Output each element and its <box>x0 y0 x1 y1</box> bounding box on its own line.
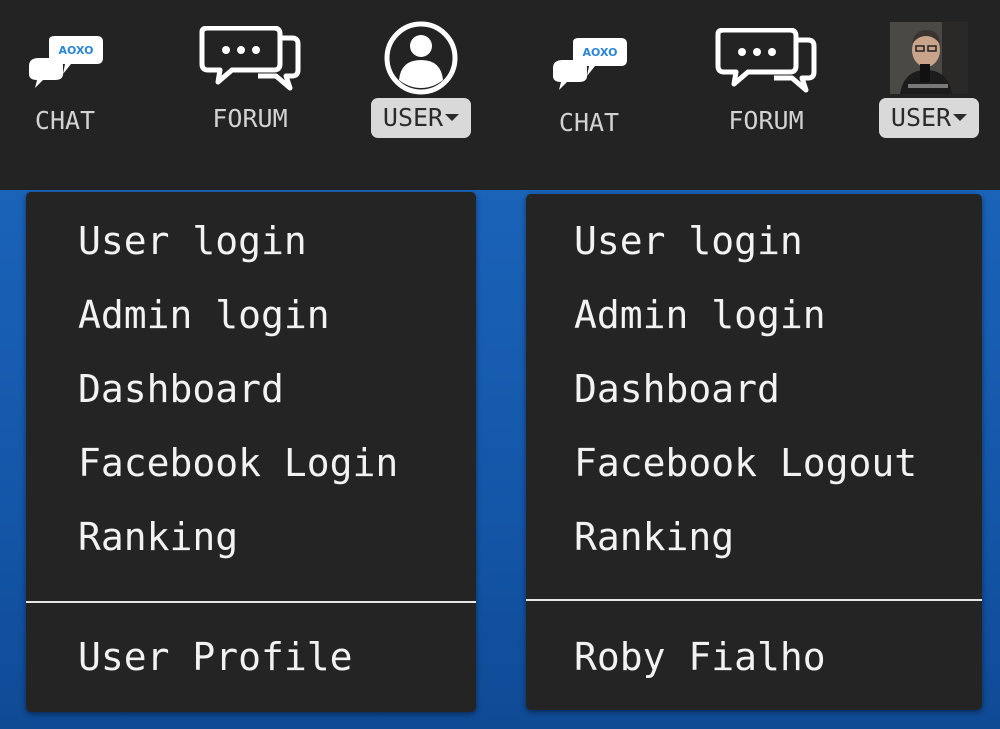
menu-divider <box>526 599 982 601</box>
caret-down-icon <box>953 113 968 121</box>
menu-item-user-login[interactable]: User login <box>574 222 803 260</box>
nav-forum-label: FORUM <box>212 104 288 133</box>
menu-divider <box>26 601 476 603</box>
nav-chat-label: CHAT <box>558 108 620 137</box>
nav-user[interactable]: USER <box>872 22 986 138</box>
user-avatar-photo <box>890 22 968 94</box>
menu-item-facebook-login[interactable]: Facebook Login <box>78 444 398 482</box>
menu-item-dashboard[interactable]: Dashboard <box>574 370 780 408</box>
user-dropdown-button[interactable]: USER <box>370 98 472 138</box>
user-dropdown-button[interactable]: USER <box>878 98 980 138</box>
nav-chat[interactable]: AOXO CHAT <box>546 38 632 135</box>
nav-user[interactable]: USER <box>362 20 480 138</box>
menu-item-admin-login[interactable]: Admin login <box>78 296 330 334</box>
user-dropdown-menu: User login Admin login Dashboard Faceboo… <box>526 194 982 710</box>
menu-item-ranking[interactable]: Ranking <box>78 518 238 556</box>
menu-item-user-name[interactable]: Roby Fialho <box>574 638 826 676</box>
nav-forum[interactable]: FORUM <box>198 26 302 131</box>
menu-item-ranking[interactable]: Ranking <box>574 518 734 556</box>
menu-item-dashboard[interactable]: Dashboard <box>78 370 284 408</box>
chat-bubbles-icon: AOXO <box>29 36 103 88</box>
forum-speech-bubbles-icon <box>715 28 817 93</box>
user-dropdown-menu: User login Admin login Dashboard Faceboo… <box>26 192 476 712</box>
nav-chat-label: CHAT <box>34 106 96 135</box>
nav-chat[interactable]: AOXO CHAT <box>22 36 108 133</box>
nav-forum[interactable]: FORUM <box>714 28 818 133</box>
chat-bubbles-icon: AOXO <box>553 38 627 90</box>
menu-item-facebook-logout[interactable]: Facebook Logout <box>574 444 917 482</box>
menu-item-user-profile[interactable]: User Profile <box>78 638 353 676</box>
forum-speech-bubbles-icon <box>199 26 301 91</box>
menu-item-admin-login[interactable]: Admin login <box>574 296 826 334</box>
navbar: AOXO CHAT FORUM USER AOXO CHAT FORUM USE… <box>0 0 1000 190</box>
caret-down-icon <box>445 113 460 121</box>
menu-item-user-login[interactable]: User login <box>78 222 307 260</box>
user-button-label: USER <box>890 103 952 132</box>
chat-logo-text: AOXO <box>583 46 618 59</box>
nav-forum-label: FORUM <box>728 106 804 135</box>
chat-logo-text: AOXO <box>59 44 94 57</box>
user-circle-icon <box>384 21 458 95</box>
user-button-label: USER <box>382 103 444 132</box>
